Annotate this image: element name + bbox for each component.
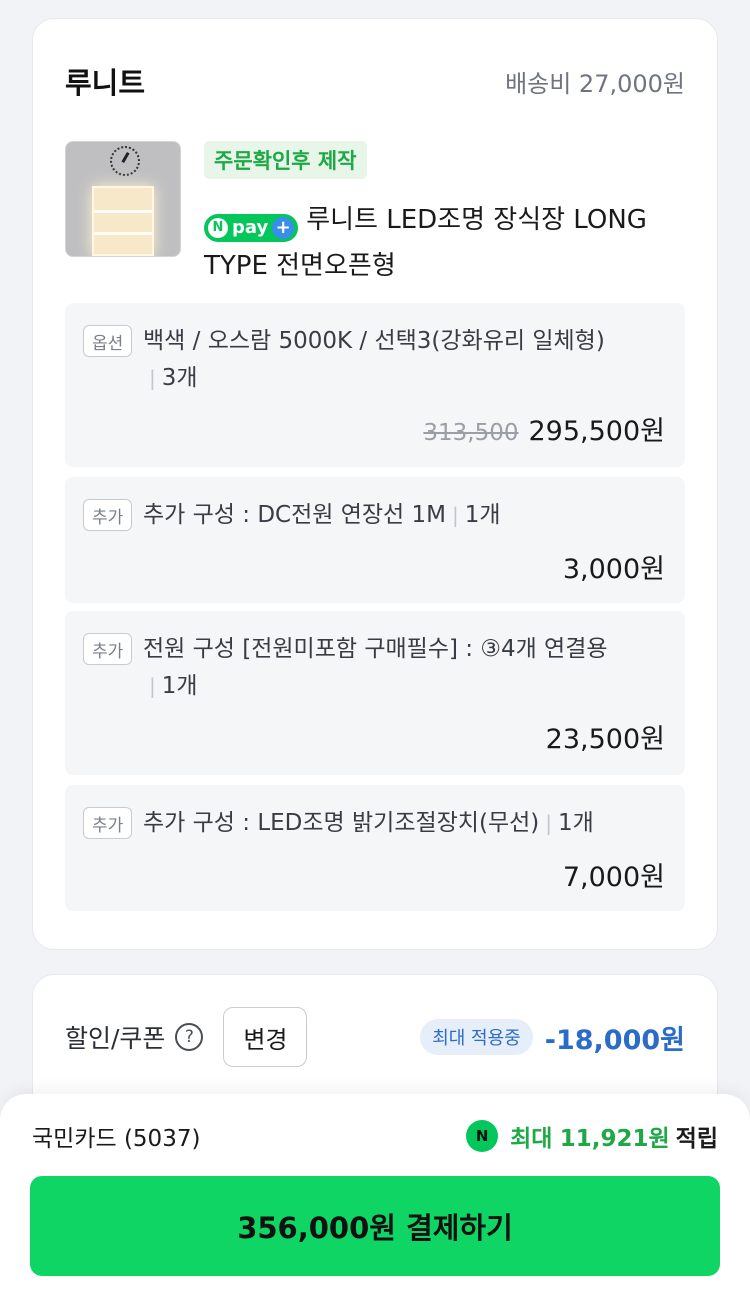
option-qty: 1개 [464,502,501,528]
store-name[interactable]: 루니트 [65,60,145,102]
coupon-row: 할인/쿠폰 ? 변경 최대 적용중 -18,000원 [65,1007,685,1067]
option-text: 추가 구성 : DC전원 연장선 1M | 1개 [143,502,501,528]
cabinet-graphic [92,186,154,256]
option-qty: 3개 [161,365,198,391]
payment-bottom-sheet: 국민카드 (5037) N 최대 11,921원 적립 356,000원 결제하… [0,1094,750,1297]
made-to-order-badge: 주문확인후 제작 [204,141,367,179]
product-summary: 주문확인후 제작 Npay + 루니트 LED조명 장식장 LONG TYPE 전면… [65,141,685,291]
store-header: 루니트 배송비 27,000원 [65,59,685,103]
discount-amount: -18,000원 [544,1024,685,1056]
option-tag: 추가 [83,633,133,665]
store-order-card: 루니트 배송비 27,000원 주문확인후 제작 Npay + 루니트 LED조명 … [32,18,718,950]
option-tag: 옵션 [83,325,133,357]
help-icon[interactable]: ? [175,1023,204,1051]
pay-button[interactable]: 356,000원 결제하기 [30,1176,720,1276]
option-qty: 1개 [558,810,594,836]
option-qty: 1개 [161,673,198,699]
clock-graphic [110,146,140,176]
shipping-fee: 배송비 27,000원 [505,69,685,98]
naver-points-icon: N [466,1120,499,1152]
option-price: 3,000원 [562,554,665,585]
option-item: 추가 추가 구성 : LED조명 밝기조절장치(무선) | 1개 7,000원 [65,785,685,911]
reward-prefix: 최대 [510,1126,553,1152]
option-item: 옵션 백색 / 오스람 5000K / 선택3(강화유리 일체형) | 3개 313… [65,303,685,467]
payment-card-name[interactable]: 국민카드 (5037) [32,1119,200,1153]
original-price: 313,500 [423,420,519,446]
option-price: 23,500원 [545,724,665,755]
reward-info: N 최대 11,921원 적립 [466,1119,718,1153]
option-tag: 추가 [83,499,133,531]
product-thumbnail[interactable] [65,141,181,257]
coupon-change-button[interactable]: 변경 [223,1007,308,1067]
sale-price: 295,500원 [528,416,666,447]
option-price: 313,500 295,500원 [423,409,665,448]
npay-icon: Npay + [204,214,299,242]
option-text: 추가 구성 : LED조명 밝기조절장치(무선) | 1개 [143,810,594,836]
product-title[interactable]: Npay + 루니트 LED조명 장식장 LONG TYPE 전면오픈형 [204,197,684,289]
reward-amount: 11,921원 [559,1126,670,1152]
reward-suffix: 적립 [675,1126,718,1152]
npay-plus-icon: + [272,217,295,239]
option-item: 추가 추가 구성 : DC전원 연장선 1M | 1개 3,000원 [65,477,685,603]
option-tag: 추가 [83,807,133,839]
payment-method-row: 국민카드 (5037) N 최대 11,921원 적립 [32,1116,718,1156]
option-price: 7,000원 [562,862,665,893]
option-item: 추가 전원 구성 [전원미포함 구매필수] : ③4개 연결용 | 1개 23,50… [65,611,685,775]
option-text: 전원 구성 [전원미포함 구매필수] : ③4개 연결용 | 1개 [143,636,608,699]
option-text: 백색 / 오스람 5000K / 선택3(강화유리 일체형) | 3개 [143,328,605,391]
coupon-label: 할인/쿠폰 [65,1024,166,1053]
max-applied-badge: 최대 적용중 [420,1019,533,1055]
